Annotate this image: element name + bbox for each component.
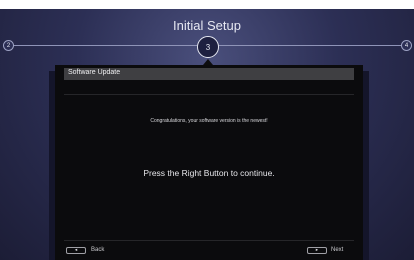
back-label: Back xyxy=(91,247,105,253)
step-indicator-current: 3 xyxy=(197,36,219,58)
software-update-panel: Software Update Congratulations, your so… xyxy=(55,65,363,260)
step-indicator-next: 4 xyxy=(401,40,412,51)
continue-instruction: Press the Right Button to continue. xyxy=(143,168,275,178)
back-button[interactable]: ◄ Back xyxy=(66,245,104,255)
divider-top xyxy=(64,94,354,95)
panel-header-bar: Software Update xyxy=(64,68,354,80)
divider-bottom xyxy=(64,240,354,241)
step-indicator-previous: 2 xyxy=(3,40,14,51)
setup-screen: Initial Setup 2 3 4 Software Update Cong… xyxy=(0,9,414,260)
panel-section-title: Software Update xyxy=(68,69,121,76)
left-arrow-key-icon: ◄ xyxy=(66,246,86,254)
progress-line-left xyxy=(12,45,197,46)
panel-shadow-right xyxy=(363,71,369,260)
page-title: Initial Setup xyxy=(173,18,241,33)
next-label: Next xyxy=(331,247,344,253)
progress-line-right xyxy=(219,45,403,46)
update-status-message: Congratulations, your software version i… xyxy=(150,118,268,124)
next-button[interactable]: ► Next xyxy=(307,245,343,255)
right-arrow-key-icon: ► xyxy=(307,246,327,254)
